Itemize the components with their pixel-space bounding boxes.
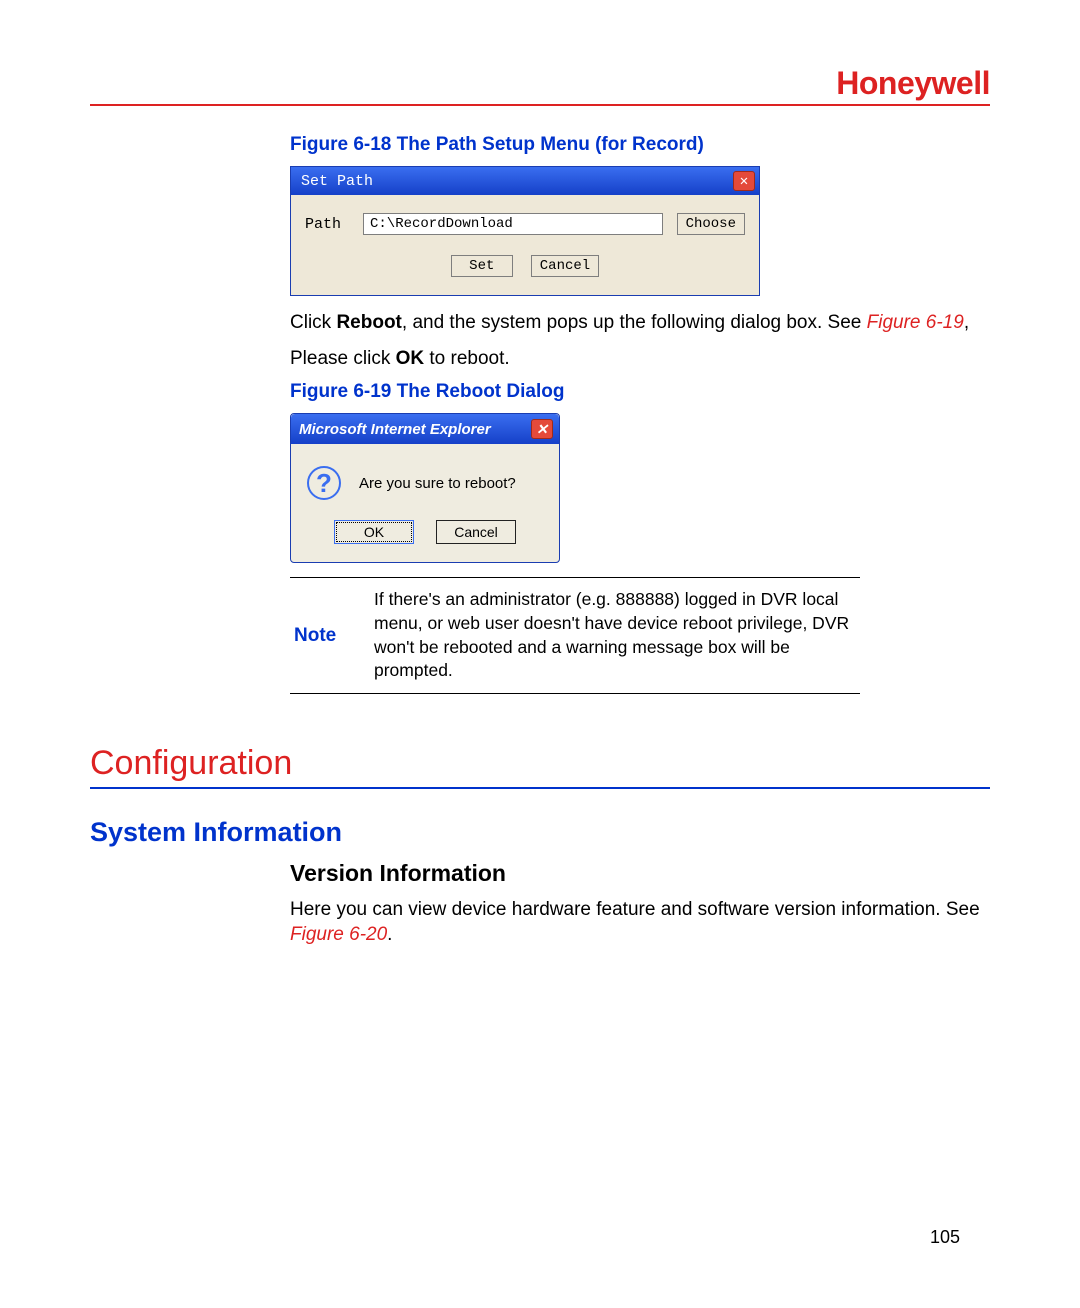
reboot-title-text: Microsoft Internet Explorer xyxy=(299,421,491,438)
figure-ref-619: Figure 6-19 xyxy=(867,312,964,333)
section-configuration: Configuration xyxy=(90,744,990,783)
paragraph-reboot-instruction: Click Reboot, and the system pops up the… xyxy=(290,310,990,336)
section-version-information: Version Information xyxy=(290,860,990,887)
reboot-dialog: Microsoft Internet Explorer ✕ ? Are you … xyxy=(290,413,560,563)
path-input[interactable]: C:\RecordDownload xyxy=(363,213,663,235)
section-system-information: System Information xyxy=(90,817,990,848)
choose-button[interactable]: Choose xyxy=(677,213,745,235)
question-icon: ? xyxy=(307,466,341,500)
close-icon[interactable]: ✕ xyxy=(733,171,755,191)
brand-logo: Honeywell xyxy=(90,65,990,102)
figure-ref-620: Figure 6-20 xyxy=(290,924,387,945)
note-block: Note If there's an administrator (e.g. 8… xyxy=(290,577,860,694)
note-text: If there's an administrator (e.g. 888888… xyxy=(374,588,856,683)
paragraph-version-info: Here you can view device hardware featur… xyxy=(290,897,990,948)
set-path-title-text: Set Path xyxy=(301,173,373,190)
header-rule xyxy=(90,104,990,106)
figure-618-caption: Figure 6-18 The Path Setup Menu (for Rec… xyxy=(290,134,990,156)
note-rule-bottom xyxy=(290,693,860,694)
ok-button[interactable]: OK xyxy=(334,520,414,544)
cancel-setpath-button[interactable]: Cancel xyxy=(531,255,599,277)
page-number: 105 xyxy=(930,1227,960,1248)
section-rule xyxy=(90,787,990,789)
reboot-titlebar: Microsoft Internet Explorer ✕ xyxy=(291,414,559,444)
path-label: Path xyxy=(305,216,349,233)
reboot-message: Are you sure to reboot? xyxy=(359,475,516,492)
set-button[interactable]: Set xyxy=(451,255,513,277)
figure-619-caption: Figure 6-19 The Reboot Dialog xyxy=(290,381,990,403)
paragraph-ok-instruction: Please click OK to reboot. xyxy=(290,346,990,372)
cancel-reboot-button[interactable]: Cancel xyxy=(436,520,516,544)
set-path-window: Set Path ✕ Path C:\RecordDownload Choose… xyxy=(290,166,760,296)
set-path-titlebar: Set Path ✕ xyxy=(291,167,759,195)
close-icon[interactable]: ✕ xyxy=(531,419,553,439)
note-label: Note xyxy=(294,625,354,647)
